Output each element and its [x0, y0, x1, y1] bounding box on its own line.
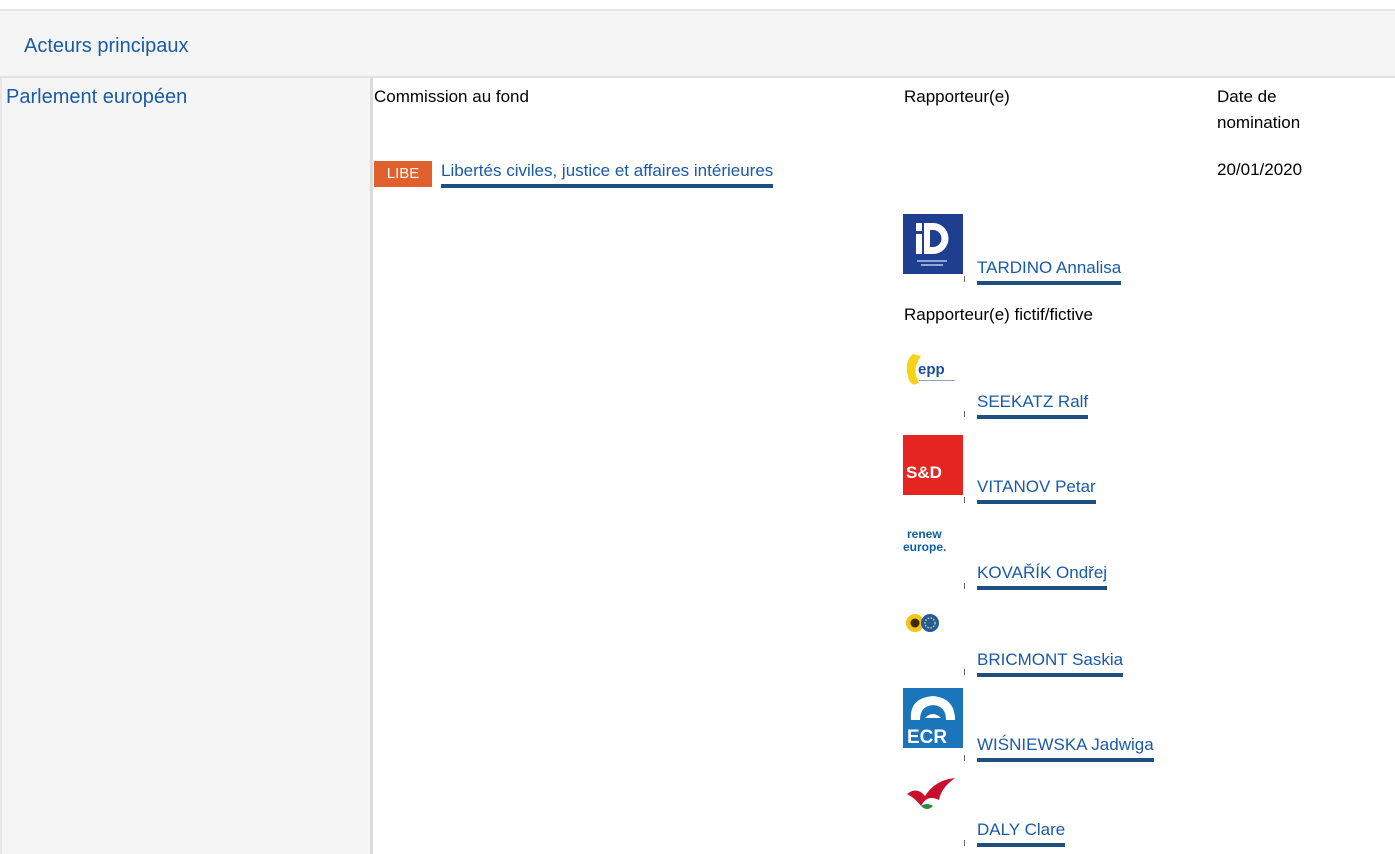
logo-tick [964, 497, 965, 503]
institution-column [2, 78, 370, 854]
shadow-rapporteur-link[interactable]: SEEKATZ Ralf [977, 392, 1089, 419]
svg-text:S&D: S&D [906, 463, 942, 482]
shadow-rapporteur-link[interactable]: VITANOV Petar [977, 477, 1096, 504]
ecr-logo: ECR [903, 688, 963, 748]
shadow-rapporteurs-label: Rapporteur(e) fictif/fictive [904, 305, 1093, 324]
rapporteur-link[interactable]: TARDINO Annalisa [977, 258, 1122, 285]
shadow-rapporteur-link[interactable]: BRICMONT Saskia [977, 650, 1124, 677]
column-divider [370, 78, 373, 854]
sd-logo: S&D [903, 435, 963, 495]
committee-column-header: Commission au fond [374, 87, 529, 106]
shadow-rapporteur-link[interactable]: DALY Clare [977, 820, 1066, 847]
renew-europe-logo: renew europe. [903, 520, 963, 580]
svg-text:ECR: ECR [907, 727, 947, 748]
date-header-line2: nomination [1217, 113, 1301, 132]
rapporteur-column-header: Rapporteur(e) [904, 87, 1010, 106]
epp-logo: epp [903, 348, 963, 408]
svg-text:renew: renew [907, 527, 942, 541]
gue-ngl-logo [903, 776, 963, 836]
greens-efa-logo [903, 608, 963, 668]
logo-tick [964, 840, 965, 846]
institution-name: Parlement européen [6, 86, 188, 108]
committee-badge: LIBE [374, 161, 432, 187]
shadow-rapporteur-link[interactable]: KOVAŘÍK Ondřej [977, 563, 1108, 590]
nomination-date: 20/01/2020 [1217, 160, 1303, 179]
logo-tick [964, 411, 965, 417]
date-header-line1: Date de [1217, 87, 1277, 106]
committee-link[interactable]: Libertés civiles, justice et affaires in… [441, 161, 774, 188]
logo-tick [964, 669, 965, 675]
shadow-rapporteur-link[interactable]: WIŚNIEWSKA Jadwiga [977, 735, 1154, 762]
logo-tick [964, 276, 965, 282]
id-group-logo [903, 214, 963, 274]
date-column-header: Date de nomination [1217, 84, 1300, 136]
logo-tick [964, 583, 965, 589]
svg-text:europe.: europe. [903, 540, 946, 554]
logo-tick [964, 755, 965, 761]
section-header [0, 11, 1395, 78]
svg-text:epp: epp [918, 361, 945, 378]
section-title: Acteurs principaux [24, 35, 189, 57]
